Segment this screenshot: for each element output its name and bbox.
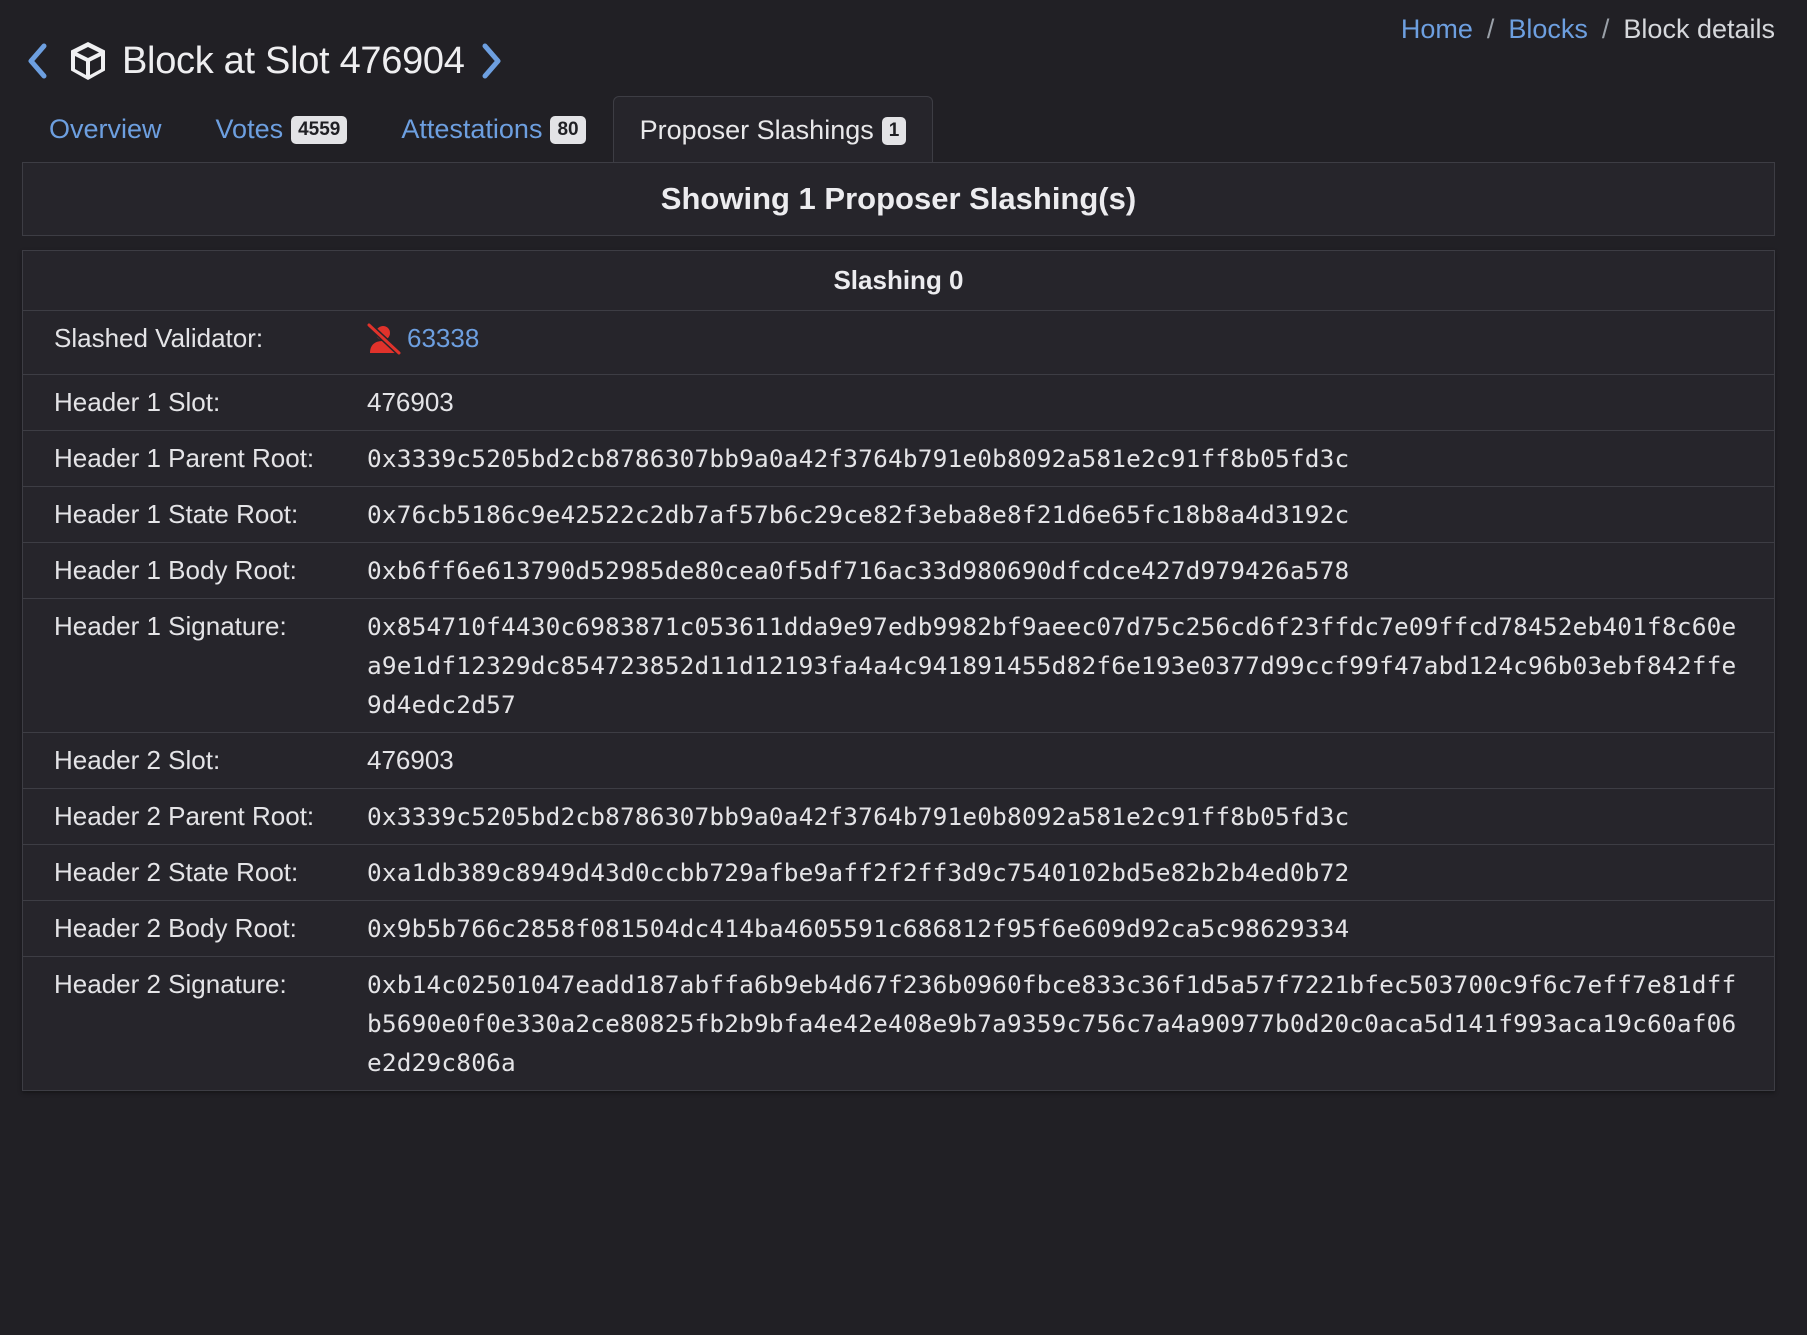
tab-attestations[interactable]: Attestations 80 [374, 95, 612, 163]
tab-bar: Overview Votes 4559 Attestations 80 Prop… [22, 95, 1775, 164]
tab-label: Attestations [401, 114, 543, 144]
row-value: 0xb6ff6e613790d52985de80cea0f5df716ac33d… [367, 555, 1350, 585]
row-value: 0x76cb5186c9e42522c2db7af57b6c29ce82f3eb… [367, 499, 1350, 529]
slashing-title: Slashing 0 [833, 265, 964, 295]
breadcrumb-blocks-link[interactable]: Blocks [1508, 12, 1588, 46]
row-label: Header 2 Slot: [54, 744, 221, 775]
row-value: 476903 [367, 386, 454, 417]
cube-icon [66, 39, 110, 83]
detail-row: Header 2 Parent Root: 0x3339c5205bd2cb878… [23, 789, 1774, 845]
detail-row: Header 2 State Root: 0xa1db389c8949d43d0c… [23, 845, 1774, 901]
page-title: Block at Slot 476904 [122, 39, 465, 82]
row-label: Header 2 Parent Root: [54, 800, 315, 831]
detail-row: Header 2 Signature: 0xb14c02501047eadd187… [23, 957, 1774, 1090]
chevron-left-icon[interactable] [22, 39, 52, 83]
slashings-summary: Showing 1 Proposer Slashing(s) [22, 162, 1775, 236]
detail-row: Header 2 Slot: 476903 [23, 733, 1774, 789]
breadcrumb: Home / Blocks / Block details [1401, 12, 1775, 46]
tab-label: Proposer Slashings [639, 115, 874, 145]
row-value: 63338 [367, 319, 1774, 366]
validator-index: 63338 [407, 323, 480, 353]
page-header: Block at Slot 476904 [22, 36, 507, 86]
breadcrumb-separator: / [1486, 14, 1495, 44]
row-value: 0x9b5b766c2858f081504dc414ba4605591c6868… [367, 913, 1350, 943]
detail-row: Header 1 Parent Root: 0x3339c5205bd2cb878… [23, 431, 1774, 487]
tab-proposer-slashings[interactable]: Proposer Slashings 1 [612, 96, 934, 164]
detail-row: Header 1 State Root: 0x76cb5186c9e42522c2… [23, 487, 1774, 543]
row-value: 0xb14c02501047eadd187abffa6b9eb4d67f236b… [367, 969, 1737, 1077]
row-value: 0x3339c5205bd2cb8786307bb9a0a42f3764b791… [367, 443, 1350, 473]
row-label: Header 1 Body Root: [54, 554, 297, 585]
row-label: Header 1 Signature: [54, 610, 287, 641]
tab-label: Overview [49, 114, 162, 144]
count-badge: 4559 [291, 115, 348, 144]
row-value: 0x854710f4430c6983871c053611dda9e97edb99… [367, 611, 1737, 719]
row-value: 0xa1db389c8949d43d0ccbb729afbe9aff2f2ff3… [367, 857, 1350, 887]
row-label: Header 2 Signature: [54, 968, 287, 999]
slashing-header: Slashing 0 [23, 251, 1774, 311]
tab-overview[interactable]: Overview [22, 95, 189, 163]
slashing-card: Slashing 0 Slashed Validator: 63338 Head… [22, 250, 1775, 1091]
chevron-right-icon[interactable] [477, 39, 507, 83]
validator-link[interactable]: 63338 [367, 319, 479, 358]
row-label: Header 1 Slot: [54, 386, 221, 417]
summary-title: Showing 1 Proposer Slashing(s) [660, 181, 1137, 216]
tab-votes[interactable]: Votes 4559 [189, 95, 375, 163]
detail-row-slashed-validator: Slashed Validator: 63338 [23, 311, 1774, 375]
breadcrumb-home-link[interactable]: Home [1401, 12, 1473, 46]
detail-row: Header 1 Body Root: 0xb6ff6e613790d52985d… [23, 543, 1774, 599]
count-badge: 80 [550, 115, 586, 144]
count-badge: 1 [881, 116, 907, 145]
row-label: Header 1 Parent Root: [54, 442, 315, 473]
row-value: 0x3339c5205bd2cb8786307bb9a0a42f3764b791… [367, 801, 1350, 831]
row-label: Header 2 State Root: [54, 856, 299, 887]
tab-label: Votes [215, 114, 284, 144]
breadcrumb-current: Block details [1623, 14, 1775, 44]
row-label: Header 2 Body Root: [54, 912, 297, 943]
slashed-validator-icon [367, 322, 401, 355]
detail-row: Header 2 Body Root: 0x9b5b766c2858f081504… [23, 901, 1774, 957]
detail-row: Header 1 Slot: 476903 [23, 375, 1774, 431]
row-label: Header 1 State Root: [54, 498, 299, 529]
detail-row: Header 1 Signature: 0x854710f4430c6983871… [23, 599, 1774, 733]
breadcrumb-separator: / [1601, 14, 1610, 44]
row-value: 476903 [367, 744, 454, 775]
row-label: Slashed Validator: [54, 323, 264, 353]
detail-rows: Header 1 Slot: 476903 Header 1 Parent Root… [23, 375, 1774, 1090]
